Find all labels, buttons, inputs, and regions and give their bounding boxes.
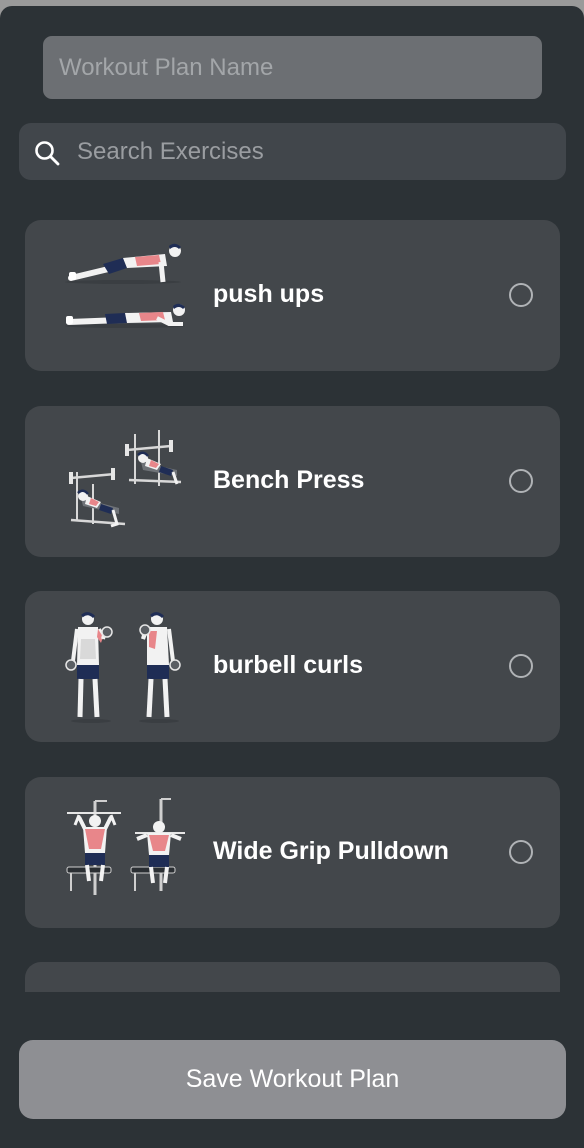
exercise-card-wide-grip-pulldown[interactable]: Wide Grip Pulldown [25,777,560,928]
exercise-name: Bench Press [213,466,365,494]
exercise-list[interactable]: push ups Bench Press burbell curls Wide … [0,6,584,992]
exercise-card-push-ups[interactable]: push ups [25,220,560,371]
radio-unchecked-icon[interactable] [509,469,533,493]
exercise-name: burbell curls [213,651,364,679]
radio-unchecked-icon[interactable] [509,654,533,678]
exercise-name: Wide Grip Pulldown [213,837,449,865]
exercise-card-burbell-curls[interactable]: burbell curls [25,591,560,742]
exercise-name: push ups [213,280,325,308]
radio-unchecked-icon[interactable] [509,840,533,864]
bench-press-illustration [69,430,182,528]
exercise-card-bench-press[interactable]: Bench Press [25,406,560,557]
barbell-curls-illustration [65,612,181,723]
radio-unchecked-icon[interactable] [509,283,533,307]
workout-plan-sheet: push ups [0,6,584,1148]
exercise-card-partial[interactable] [25,962,560,992]
push-ups-illustration [65,243,185,328]
wide-grip-pulldown-illustration [66,798,185,895]
save-workout-plan-button[interactable]: Save Workout Plan [19,1040,566,1119]
